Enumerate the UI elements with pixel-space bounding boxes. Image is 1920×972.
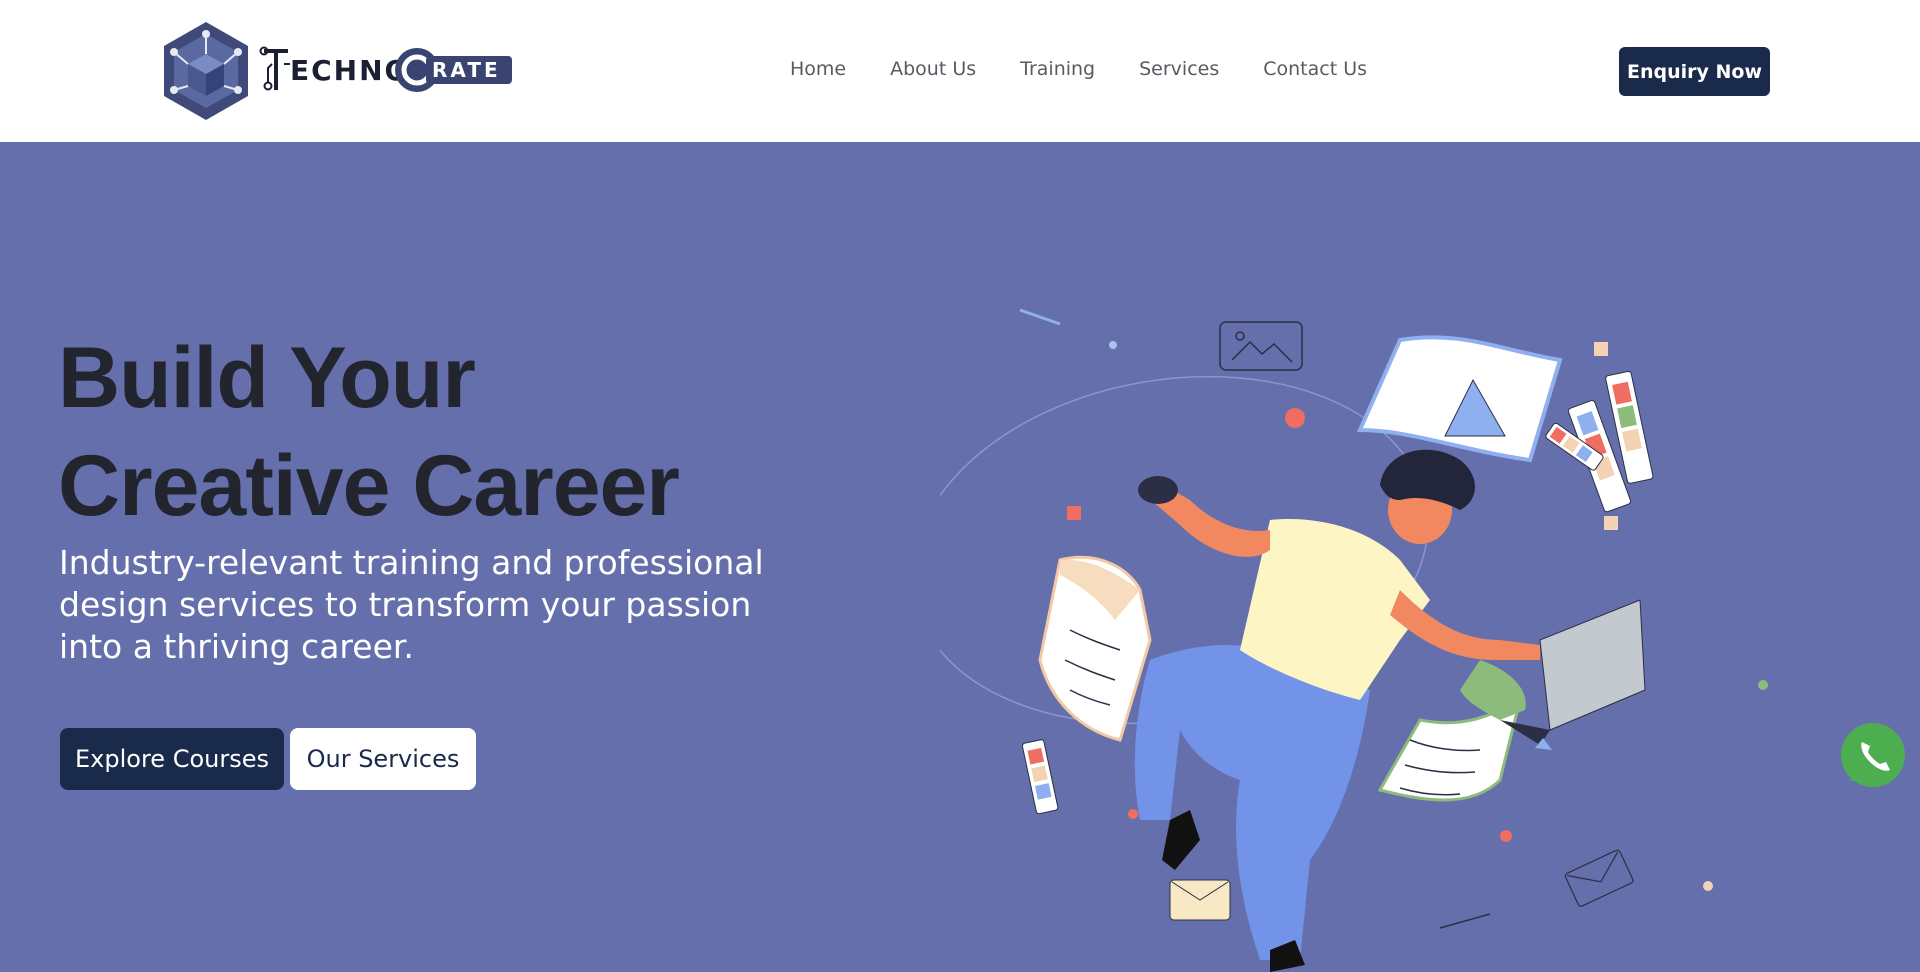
- nav-contact-us[interactable]: Contact Us: [1263, 58, 1367, 80]
- nav-services[interactable]: Services: [1139, 58, 1219, 80]
- nav-about-us[interactable]: About Us: [890, 58, 976, 80]
- hero-title-line-1: Build Your: [58, 330, 476, 426]
- nav-training[interactable]: Training: [1020, 58, 1095, 80]
- svg-text:ECHNO: ECHNO: [290, 54, 410, 87]
- creative-career-illustration: [940, 308, 1768, 972]
- enquiry-now-button[interactable]: Enquiry Now: [1619, 47, 1770, 96]
- technocrate-logo[interactable]: ECHNO RATE: [160, 20, 515, 122]
- main-nav: Home About Us Training Services Contact …: [790, 58, 1411, 80]
- whatsapp-icon[interactable]: [1840, 722, 1906, 788]
- nav-home[interactable]: Home: [790, 58, 846, 80]
- hero-title: Build Your Creative Career: [58, 324, 778, 540]
- our-services-button[interactable]: Our Services: [290, 728, 476, 790]
- hero-title-line-2: Creative Career: [58, 438, 680, 534]
- svg-text:RATE: RATE: [432, 58, 501, 82]
- site-header: ECHNO RATE Home About Us Training Servic…: [0, 0, 1920, 142]
- hero-description: Industry-relevant training and professio…: [59, 543, 764, 666]
- explore-courses-button[interactable]: Explore Courses: [60, 728, 284, 790]
